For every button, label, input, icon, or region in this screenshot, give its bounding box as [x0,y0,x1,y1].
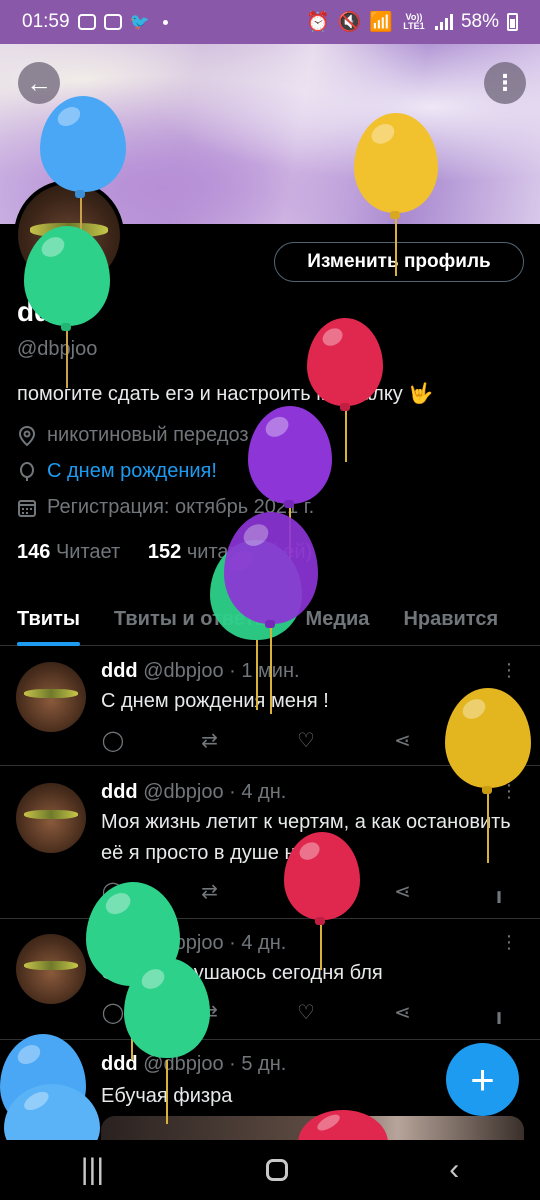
balloon-blue [40,96,126,192]
battery-icon [507,13,518,31]
tweet-more-button[interactable]: ⋮ [500,660,518,681]
balloon-string [66,330,68,388]
share-icon[interactable]: ⋖ [391,728,415,753]
balloon-string [487,793,489,863]
alarm-icon: ⏰ [305,12,330,33]
birthday-text[interactable]: С днем рождения! [47,460,217,483]
calendar-icon [17,498,37,518]
avatar-glasses [24,688,78,699]
balloon-string [80,195,82,230]
tab-likes[interactable]: Нравится [386,592,515,646]
balloon-knot [315,917,325,925]
following-link[interactable]: 146 Читает [17,541,120,563]
tweet-author-handle: @dbpjoo [143,660,224,682]
instagram-icon [77,14,96,30]
balloon-knot [390,211,400,219]
volte-label: Vo)) LTE1 [403,12,425,31]
status-left: 01:59 🐦 [22,11,169,33]
balloon-string [320,924,322,970]
more-options-button[interactable]: ⋮ [484,62,526,104]
arrow-left-icon: ← [26,67,52,98]
compose-tweet-button[interactable]: + [446,1043,519,1116]
tweet-time: · 4 дн. [229,932,287,954]
tweet-author-name: ddd [101,781,138,803]
balloon-knot [75,190,85,198]
balloon-red [284,832,360,920]
tweet-avatar[interactable] [16,662,86,732]
balloon-string [256,640,258,710]
tweet-header: ddd @dbpjoo · 5 дн. [101,1053,286,1076]
balloon-red [307,318,383,406]
balloon-yellow [445,688,531,788]
balloon-knot [61,323,71,331]
share-icon[interactable]: ⋖ [391,879,415,904]
balloon-knot [340,403,350,411]
location-pin-icon [17,425,37,446]
following-label: Читает [55,541,121,563]
balloon-knot [482,786,492,794]
followers-count: 152 [147,541,182,563]
location-row: никотиновый передоз [17,424,249,447]
back-nav-button[interactable]: ‹ [449,1153,459,1187]
stats-icon[interactable]: ╻ [487,1000,511,1025]
home-button[interactable] [265,1159,288,1181]
tweet-time: · 4 дн. [229,781,287,803]
more-vertical-icon: ⋮ [500,932,518,952]
heart-icon[interactable]: ♡ [294,728,318,753]
recent-apps-button[interactable]: ||| [81,1153,104,1187]
status-right: ⏰ 🔇 📶 Vo)) LTE1 58% [306,10,518,34]
share-icon[interactable]: ⋖ [391,1000,415,1025]
tweet-time: · 5 дн. [229,1053,287,1075]
tweet-more-button[interactable]: ⋮ [500,932,518,953]
more-vertical-icon: ⋮ [500,660,518,680]
balloon-knot [284,500,294,508]
balloon-purple [248,406,332,504]
balloon-purple [224,512,318,624]
battery-percent: 58% [460,11,499,32]
stats-icon[interactable]: ╻ [487,879,511,904]
more-vertical-icon: ⋮ [494,70,516,95]
plus-icon: + [470,1055,495,1103]
tweet-author-name: ddd [101,660,138,682]
retweet-icon[interactable]: ⇄ [198,728,222,753]
location-text: никотиновый передоз [47,424,249,446]
status-time: 01:59 [22,11,70,32]
notification-dot-icon [163,19,169,25]
balloon-string [270,628,272,714]
tweet-item[interactable]: ddd @dbpjoo · 4 дн. ⋮ Саморазрушаюсь сег… [0,920,540,1040]
balloon-icon [17,461,37,482]
edit-profile-button[interactable]: Изменить профиль [274,242,524,282]
tweet-header: ddd @dbpjoo · 4 дн. [101,781,286,804]
avatar-glasses [24,809,78,820]
status-bar: 01:59 🐦 ⏰ 🔇 📶 Vo)) LTE1 58% [0,0,540,44]
tweet-avatar[interactable] [16,783,86,853]
tweet-time: · 1 мин. [229,660,300,682]
tweet-avatar[interactable] [16,934,86,1004]
balloon-string [166,1060,168,1124]
balloon-yellow [354,113,438,213]
birthday-row: С днем рождения! [17,460,217,483]
following-count: 146 [17,541,51,563]
gallery-icon [103,14,122,30]
retweet-icon[interactable]: ⇄ [198,879,222,904]
tweet-item[interactable]: ddd @dbpjoo · 4 дн. ⋮ Моя жизнь летит к … [0,767,540,919]
balloon-green [24,226,110,326]
balloon-green [124,958,210,1058]
tab-tweets[interactable]: Твиты [0,592,97,646]
mute-icon: 🔇 [337,12,362,33]
twitter-bird-icon: 🐦 [129,14,150,31]
system-nav-bar: ||| ‹ [0,1140,540,1200]
balloon-string [395,218,397,276]
profile-handle: @dbpjoo [17,338,98,360]
back-button[interactable]: ← [18,62,60,104]
balloon-knot [265,620,275,628]
heart-icon[interactable]: ♡ [294,1000,318,1025]
signal-icon [434,14,453,30]
balloon-string [345,410,347,462]
reply-icon[interactable]: ◯ [101,1000,125,1025]
wifi-icon: 📶 [369,12,393,33]
tweet-author-handle: @dbpjoo [143,781,224,803]
reply-icon[interactable]: ◯ [101,728,125,753]
avatar-glasses [24,960,78,971]
